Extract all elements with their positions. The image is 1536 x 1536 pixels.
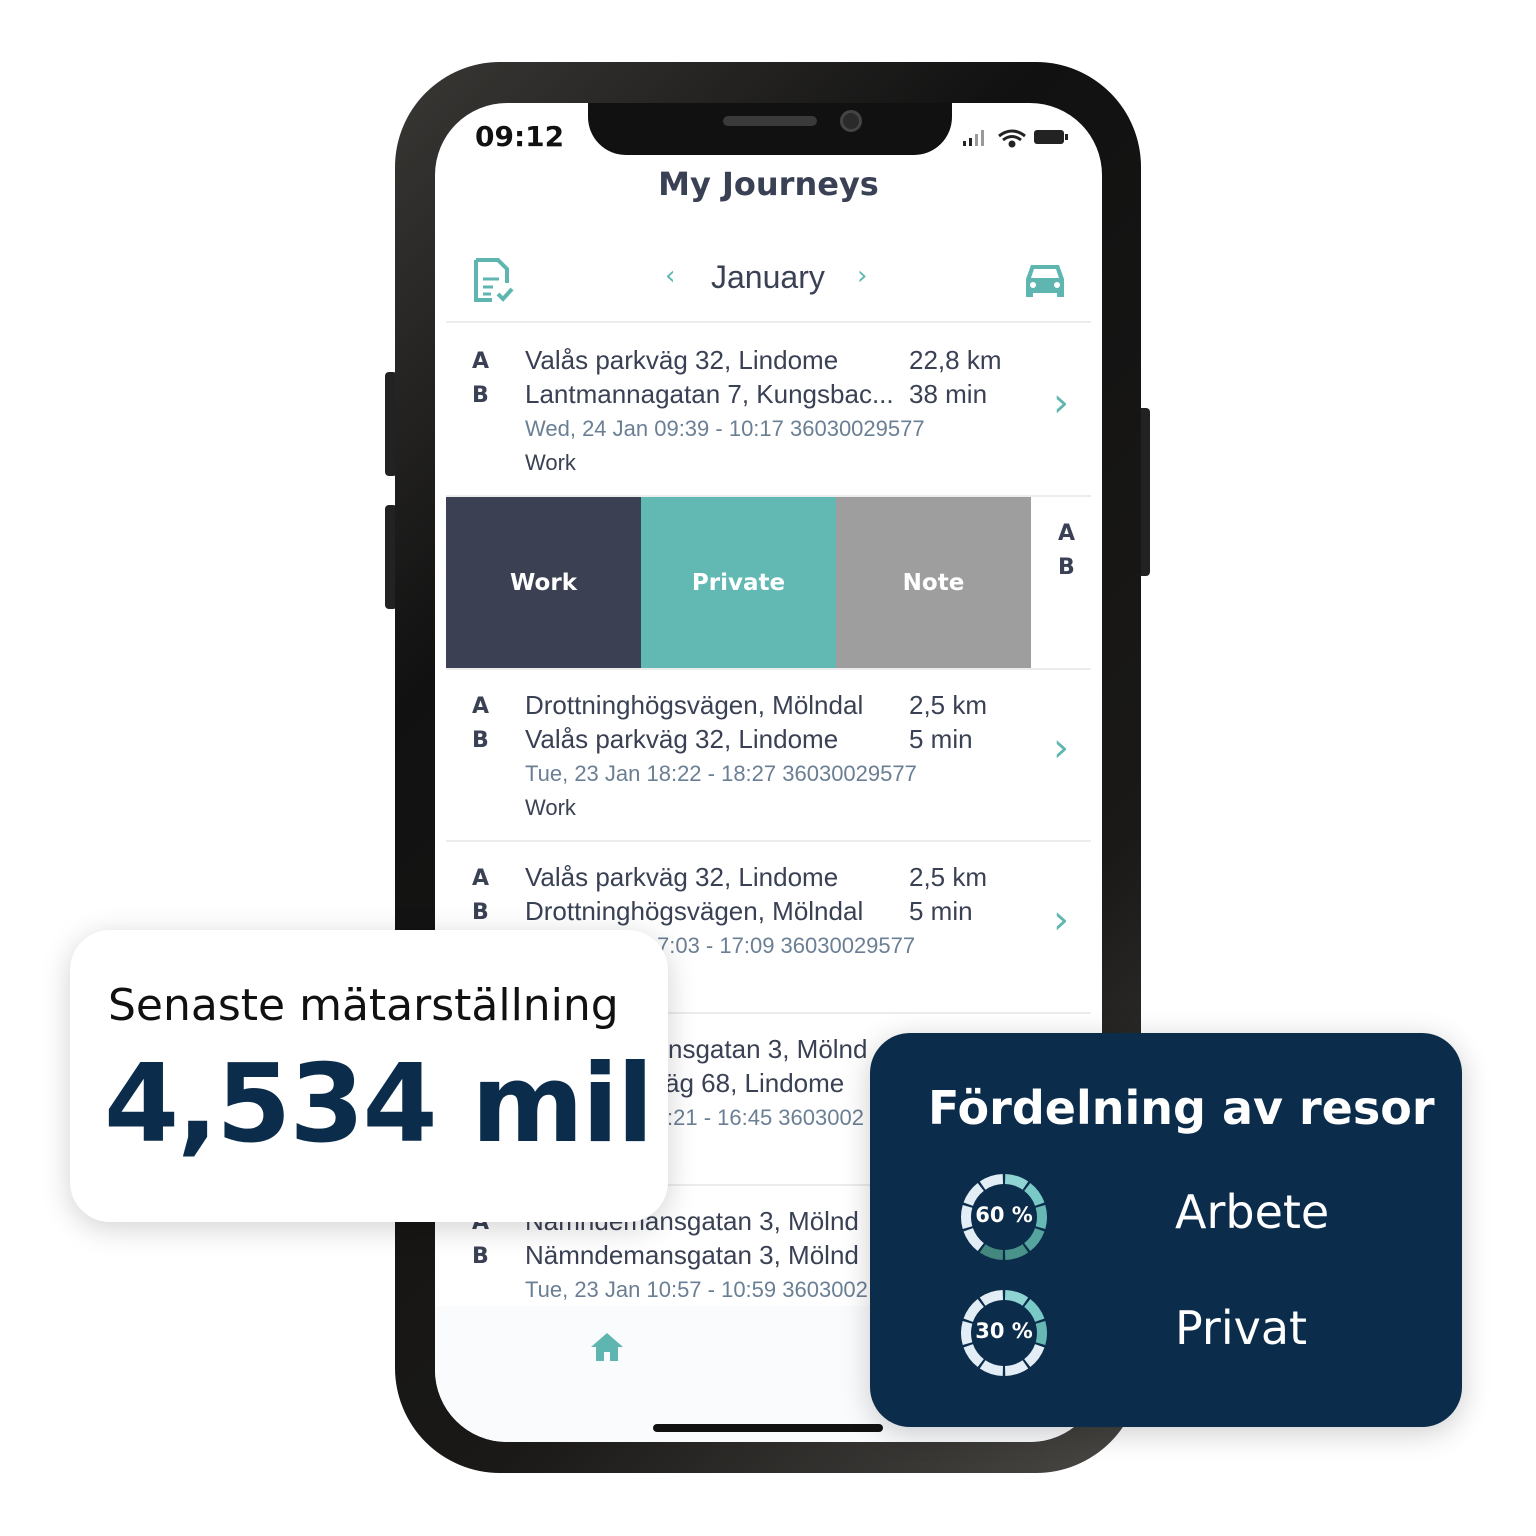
donut-segment-filled bbox=[1023, 1182, 1045, 1207]
chevron-right-icon[interactable]: › bbox=[1053, 380, 1069, 426]
from-address: Valås parkväg 32, Lindome bbox=[525, 345, 839, 375]
donut-segment-empty bbox=[963, 1182, 985, 1207]
mark-private-button[interactable]: Private bbox=[641, 497, 836, 668]
to-address: Drottninghögsvägen, Mölndal bbox=[525, 896, 864, 926]
donut-segment-empty bbox=[979, 1290, 1004, 1306]
chevron-right-icon[interactable]: › bbox=[1053, 897, 1069, 943]
distance: 2,5 km bbox=[909, 690, 988, 720]
mark-work-button[interactable]: Work bbox=[446, 497, 641, 668]
distance: 2,5 km bbox=[909, 862, 988, 892]
battery-icon bbox=[1034, 130, 1068, 144]
journey-meta: 7:03 - 17:09 36030029577 bbox=[657, 933, 916, 958]
next-month-button[interactable]: › bbox=[857, 261, 867, 291]
from-address: Drottninghögsvägen, Mölndal bbox=[525, 690, 864, 720]
journey-meta: Tue, 23 Jan 10:57 - 10:59 3603002 bbox=[525, 1277, 868, 1302]
page-title: My Journeys bbox=[658, 165, 879, 203]
from-address: Valås parkväg 32, Lindome bbox=[525, 862, 839, 892]
prev-month-button[interactable]: ‹ bbox=[665, 261, 675, 291]
odometer-title: Senaste mätarställning bbox=[108, 980, 619, 1031]
percent-label: 30 % bbox=[975, 1319, 1033, 1343]
report-icon[interactable] bbox=[473, 257, 519, 303]
point-a-label: A bbox=[472, 349, 490, 374]
from-address: nsgatan 3, Mölnd bbox=[668, 1034, 868, 1064]
donut-segment-filled bbox=[1023, 1298, 1045, 1323]
donut-segment-empty bbox=[963, 1227, 985, 1252]
journey-meta: Wed, 24 Jan 09:39 - 10:17 36030029577 bbox=[525, 416, 925, 441]
donut-segment-filled bbox=[1004, 1174, 1029, 1190]
point-b-label: B bbox=[472, 1244, 489, 1269]
donut-segment-empty bbox=[979, 1174, 1004, 1190]
odometer-card: Senaste mätarställning 4,534 mil bbox=[70, 930, 668, 1222]
to-address: äg 68, Lindome bbox=[665, 1068, 845, 1098]
duration: 5 min bbox=[909, 896, 973, 926]
point-b-label: B bbox=[472, 728, 489, 753]
donut-segment-empty bbox=[1023, 1343, 1045, 1368]
donut-segment-empty bbox=[1004, 1360, 1029, 1376]
distance: 22,8 km bbox=[909, 345, 1002, 375]
point-a-label: A bbox=[472, 866, 490, 891]
donut-segment-filled bbox=[979, 1244, 1004, 1260]
to-address: Lantmannagatan 7, Kungsbac... bbox=[525, 379, 894, 409]
donut-segment-empty bbox=[963, 1298, 985, 1323]
journey-category: Work bbox=[525, 795, 576, 820]
odometer-value: 4,534 mil bbox=[104, 1042, 654, 1167]
donut-segment-empty bbox=[963, 1343, 985, 1368]
journey-row[interactable]: A B Valås parkväg 32, Lindome Lantmannag… bbox=[435, 323, 1102, 497]
journey-meta: Tue, 23 Jan 18:22 - 18:27 36030029577 bbox=[525, 761, 917, 786]
point-b-label: B bbox=[472, 383, 489, 408]
donut-segment-filled bbox=[1023, 1227, 1045, 1252]
donut-segment-empty bbox=[979, 1360, 1004, 1376]
donut-segment-filled bbox=[1004, 1244, 1029, 1260]
point-b-label: B bbox=[472, 900, 489, 925]
duration: 38 min bbox=[909, 379, 988, 409]
journey-category: Work bbox=[525, 450, 576, 475]
signal-icon bbox=[963, 130, 984, 146]
journey-meta: :21 - 16:45 3603002 bbox=[667, 1105, 864, 1130]
status-icons bbox=[963, 129, 1068, 148]
percent-label: 60 % bbox=[975, 1203, 1033, 1227]
point-a-label: A bbox=[472, 694, 490, 719]
category-label: Arbete bbox=[1175, 1185, 1330, 1239]
donut-arbete: 60 % bbox=[958, 1171, 1050, 1263]
chevron-right-icon[interactable]: › bbox=[1053, 725, 1069, 771]
distribution-card: Fördelning av resor 60 % Arbete 30 % Pri… bbox=[870, 1033, 1462, 1427]
to-address: Nämndemansgatan 3, Mölnd bbox=[525, 1240, 859, 1270]
car-icon[interactable] bbox=[1023, 261, 1067, 301]
notch bbox=[588, 103, 952, 155]
point-a-label: A bbox=[1058, 521, 1076, 546]
donut-segment-filled bbox=[1004, 1290, 1029, 1306]
point-b-label: B bbox=[1058, 555, 1075, 580]
duration: 5 min bbox=[909, 724, 973, 754]
donut-privat: 30 % bbox=[958, 1287, 1050, 1379]
month-label: January bbox=[711, 259, 825, 295]
to-address: Valås parkväg 32, Lindome bbox=[525, 724, 839, 754]
home-indicator bbox=[653, 1424, 883, 1432]
category-label: Privat bbox=[1175, 1301, 1308, 1355]
status-time: 09:12 bbox=[475, 120, 565, 153]
add-note-button[interactable]: Note bbox=[836, 497, 1031, 668]
wifi-icon bbox=[998, 129, 1026, 148]
home-icon[interactable] bbox=[590, 1332, 624, 1362]
distribution-title: Fördelning av resor bbox=[928, 1081, 1435, 1135]
journey-row[interactable]: A B Drottninghögsvägen, Mölndal Valås pa… bbox=[435, 668, 1102, 840]
